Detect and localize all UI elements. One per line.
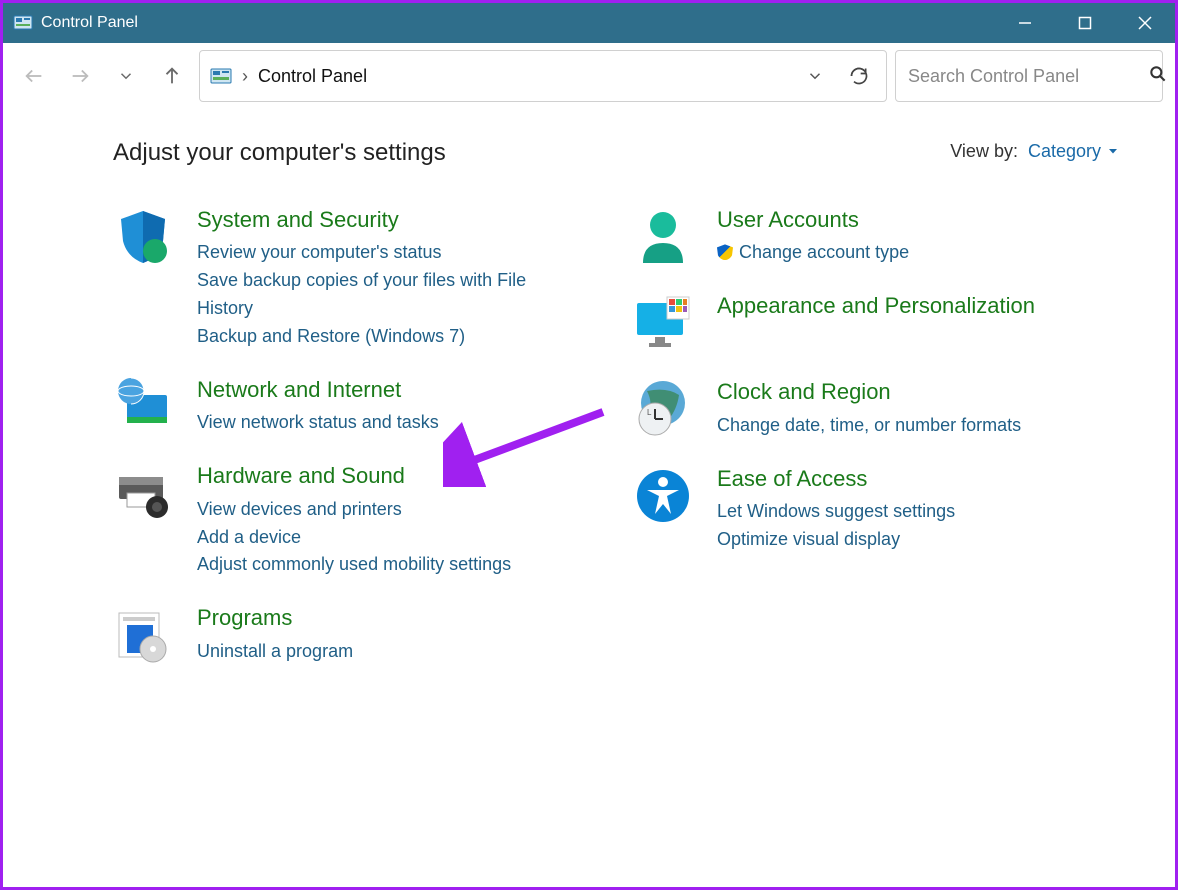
category-title-user-accounts[interactable]: User Accounts bbox=[717, 207, 909, 233]
titlebar: Control Panel bbox=[3, 3, 1175, 43]
category-clock-region: L Clock and Region Change date, time, or… bbox=[633, 379, 1063, 439]
category-title-appearance[interactable]: Appearance and Personalization bbox=[717, 293, 1035, 319]
category-user-accounts: User Accounts Change account type bbox=[633, 207, 1063, 267]
globe-network-icon bbox=[113, 377, 173, 437]
search-box[interactable] bbox=[895, 50, 1163, 102]
programs-icon bbox=[113, 605, 173, 665]
address-dropdown-button[interactable] bbox=[798, 59, 832, 93]
search-icon[interactable] bbox=[1148, 64, 1168, 89]
link-date-time-formats[interactable]: Change date, time, or number formats bbox=[717, 412, 1021, 440]
shield-icon bbox=[113, 207, 173, 267]
link-add-device[interactable]: Add a device bbox=[197, 524, 511, 552]
category-system-security: System and Security Review your computer… bbox=[113, 207, 573, 351]
category-title-network-internet[interactable]: Network and Internet bbox=[197, 377, 439, 403]
close-button[interactable] bbox=[1115, 3, 1175, 43]
link-uninstall-program[interactable]: Uninstall a program bbox=[197, 638, 353, 666]
svg-text:L: L bbox=[647, 408, 652, 417]
refresh-button[interactable] bbox=[842, 59, 876, 93]
link-change-account-type[interactable]: Change account type bbox=[717, 239, 909, 267]
nav-up-button[interactable] bbox=[153, 57, 191, 95]
view-by-value: Category bbox=[1028, 141, 1101, 162]
nav-back-button[interactable] bbox=[15, 57, 53, 95]
printer-camera-icon bbox=[113, 463, 173, 523]
category-programs: Programs Uninstall a program bbox=[113, 605, 573, 665]
accessibility-icon bbox=[633, 466, 693, 526]
chevron-down-icon bbox=[1107, 145, 1119, 157]
control-panel-crumb-icon bbox=[210, 67, 232, 85]
view-by-label: View by: bbox=[950, 141, 1018, 162]
link-mobility-settings[interactable]: Adjust commonly used mobility settings bbox=[197, 551, 511, 579]
breadcrumb-control-panel[interactable]: Control Panel bbox=[258, 66, 367, 87]
link-review-status[interactable]: Review your computer's status bbox=[197, 239, 573, 267]
toolbar: › Control Panel bbox=[3, 43, 1175, 109]
category-title-system-security[interactable]: System and Security bbox=[197, 207, 573, 233]
control-panel-app-icon bbox=[13, 13, 33, 33]
category-column-left: System and Security Review your computer… bbox=[113, 207, 573, 692]
category-title-clock-region[interactable]: Clock and Region bbox=[717, 379, 1021, 405]
category-column-right: User Accounts Change account type Appear… bbox=[633, 207, 1063, 692]
category-hardware-sound: Hardware and Sound View devices and prin… bbox=[113, 463, 573, 579]
maximize-button[interactable] bbox=[1055, 3, 1115, 43]
user-icon bbox=[633, 207, 693, 267]
category-ease-of-access: Ease of Access Let Windows suggest setti… bbox=[633, 466, 1063, 554]
category-network-internet: Network and Internet View network status… bbox=[113, 377, 573, 437]
address-bar[interactable]: › Control Panel bbox=[199, 50, 887, 102]
breadcrumb-separator-icon: › bbox=[242, 66, 248, 87]
link-suggest-settings[interactable]: Let Windows suggest settings bbox=[717, 498, 955, 526]
category-title-ease-of-access[interactable]: Ease of Access bbox=[717, 466, 955, 492]
monitor-personalize-icon bbox=[633, 293, 693, 353]
category-title-programs[interactable]: Programs bbox=[197, 605, 353, 631]
link-optimize-display[interactable]: Optimize visual display bbox=[717, 526, 955, 554]
clock-globe-icon: L bbox=[633, 379, 693, 439]
category-title-hardware-sound[interactable]: Hardware and Sound bbox=[197, 463, 511, 489]
link-network-status[interactable]: View network status and tasks bbox=[197, 409, 439, 437]
search-input[interactable] bbox=[908, 66, 1140, 87]
link-backup-restore[interactable]: Backup and Restore (Windows 7) bbox=[197, 323, 573, 351]
window-title: Control Panel bbox=[41, 14, 138, 32]
content-area: Adjust your computer's settings View by:… bbox=[3, 109, 1175, 692]
view-by-selector[interactable]: View by: Category bbox=[950, 141, 1119, 162]
page-heading: Adjust your computer's settings bbox=[113, 139, 446, 167]
minimize-button[interactable] bbox=[995, 3, 1055, 43]
recent-locations-button[interactable] bbox=[107, 57, 145, 95]
category-appearance-personalization: Appearance and Personalization bbox=[633, 293, 1063, 353]
nav-forward-button[interactable] bbox=[61, 57, 99, 95]
link-devices-printers[interactable]: View devices and printers bbox=[197, 496, 511, 524]
link-file-history[interactable]: Save backup copies of your files with Fi… bbox=[197, 267, 573, 323]
